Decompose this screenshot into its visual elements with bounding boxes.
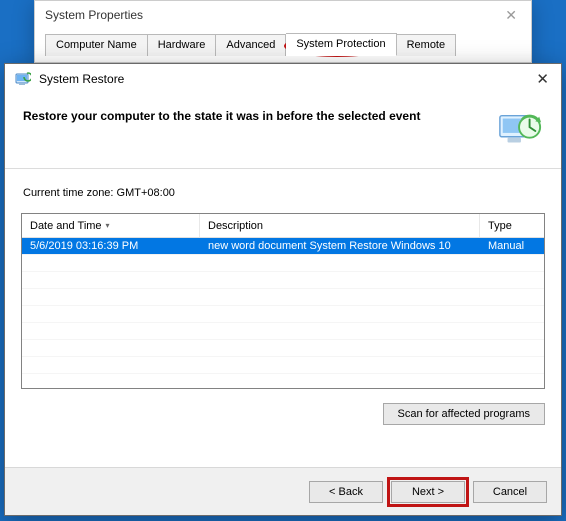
restore-header: Restore your computer to the state it wa… <box>21 102 545 168</box>
system-properties-window: System Properties ✕ Computer Name Hardwa… <box>34 0 532 63</box>
system-restore-titlebar: System Restore ✕ <box>5 64 561 94</box>
system-properties-titlebar: System Properties ✕ <box>35 1 531 29</box>
table-row <box>22 255 544 272</box>
system-restore-window: System Restore ✕ Restore your computer t… <box>4 63 562 516</box>
table-row <box>22 289 544 306</box>
tab-system-protection[interactable]: System Protection <box>286 33 396 56</box>
restore-heading: Restore your computer to the state it wa… <box>23 108 485 125</box>
table-row <box>22 306 544 323</box>
scan-row: Scan for affected programs <box>21 389 545 445</box>
table-header: Date and Time ▾ Description Type <box>22 214 544 238</box>
scan-affected-programs-button[interactable]: Scan for affected programs <box>383 403 545 425</box>
cell-type: Manual <box>480 238 544 254</box>
wizard-footer: < Back Next > Cancel <box>5 467 561 515</box>
tab-remote[interactable]: Remote <box>397 34 457 56</box>
system-properties-tabs: Computer Name Hardware Advanced System P… <box>35 29 531 55</box>
close-icon[interactable]: ✕ <box>532 70 553 88</box>
system-properties-title: System Properties <box>45 8 143 22</box>
annotation-next-highlight: Next > <box>391 481 465 503</box>
system-restore-icon <box>15 71 31 87</box>
restore-points-table: Date and Time ▾ Description Type 5/6/201… <box>21 213 545 389</box>
table-row <box>22 340 544 357</box>
cell-description: new word document System Restore Windows… <box>200 238 480 254</box>
table-body: 5/6/2019 03:16:39 PM new word document S… <box>22 238 544 374</box>
tab-hardware[interactable]: Hardware <box>148 34 217 56</box>
close-icon[interactable]: ✕ <box>499 7 523 24</box>
tab-computer-name[interactable]: Computer Name <box>45 34 148 56</box>
column-header-description[interactable]: Description <box>200 214 480 237</box>
timezone-label: Current time zone: GMT+08:00 <box>21 169 545 211</box>
column-header-type[interactable]: Type <box>480 214 544 237</box>
tab-advanced[interactable]: Advanced <box>216 34 286 56</box>
table-row <box>22 272 544 289</box>
table-row <box>22 357 544 374</box>
system-restore-title: System Restore <box>39 72 524 86</box>
column-header-datetime[interactable]: Date and Time ▾ <box>22 214 200 237</box>
table-row[interactable]: 5/6/2019 03:16:39 PM new word document S… <box>22 238 544 255</box>
back-button[interactable]: < Back <box>309 481 383 503</box>
cell-datetime: 5/6/2019 03:16:39 PM <box>22 238 200 254</box>
cancel-button[interactable]: Cancel <box>473 481 547 503</box>
sort-descending-icon: ▾ <box>106 221 110 230</box>
next-button[interactable]: Next > <box>391 481 465 503</box>
system-restore-large-icon <box>497 108 543 154</box>
table-row <box>22 323 544 340</box>
system-restore-body: Restore your computer to the state it wa… <box>5 94 561 467</box>
